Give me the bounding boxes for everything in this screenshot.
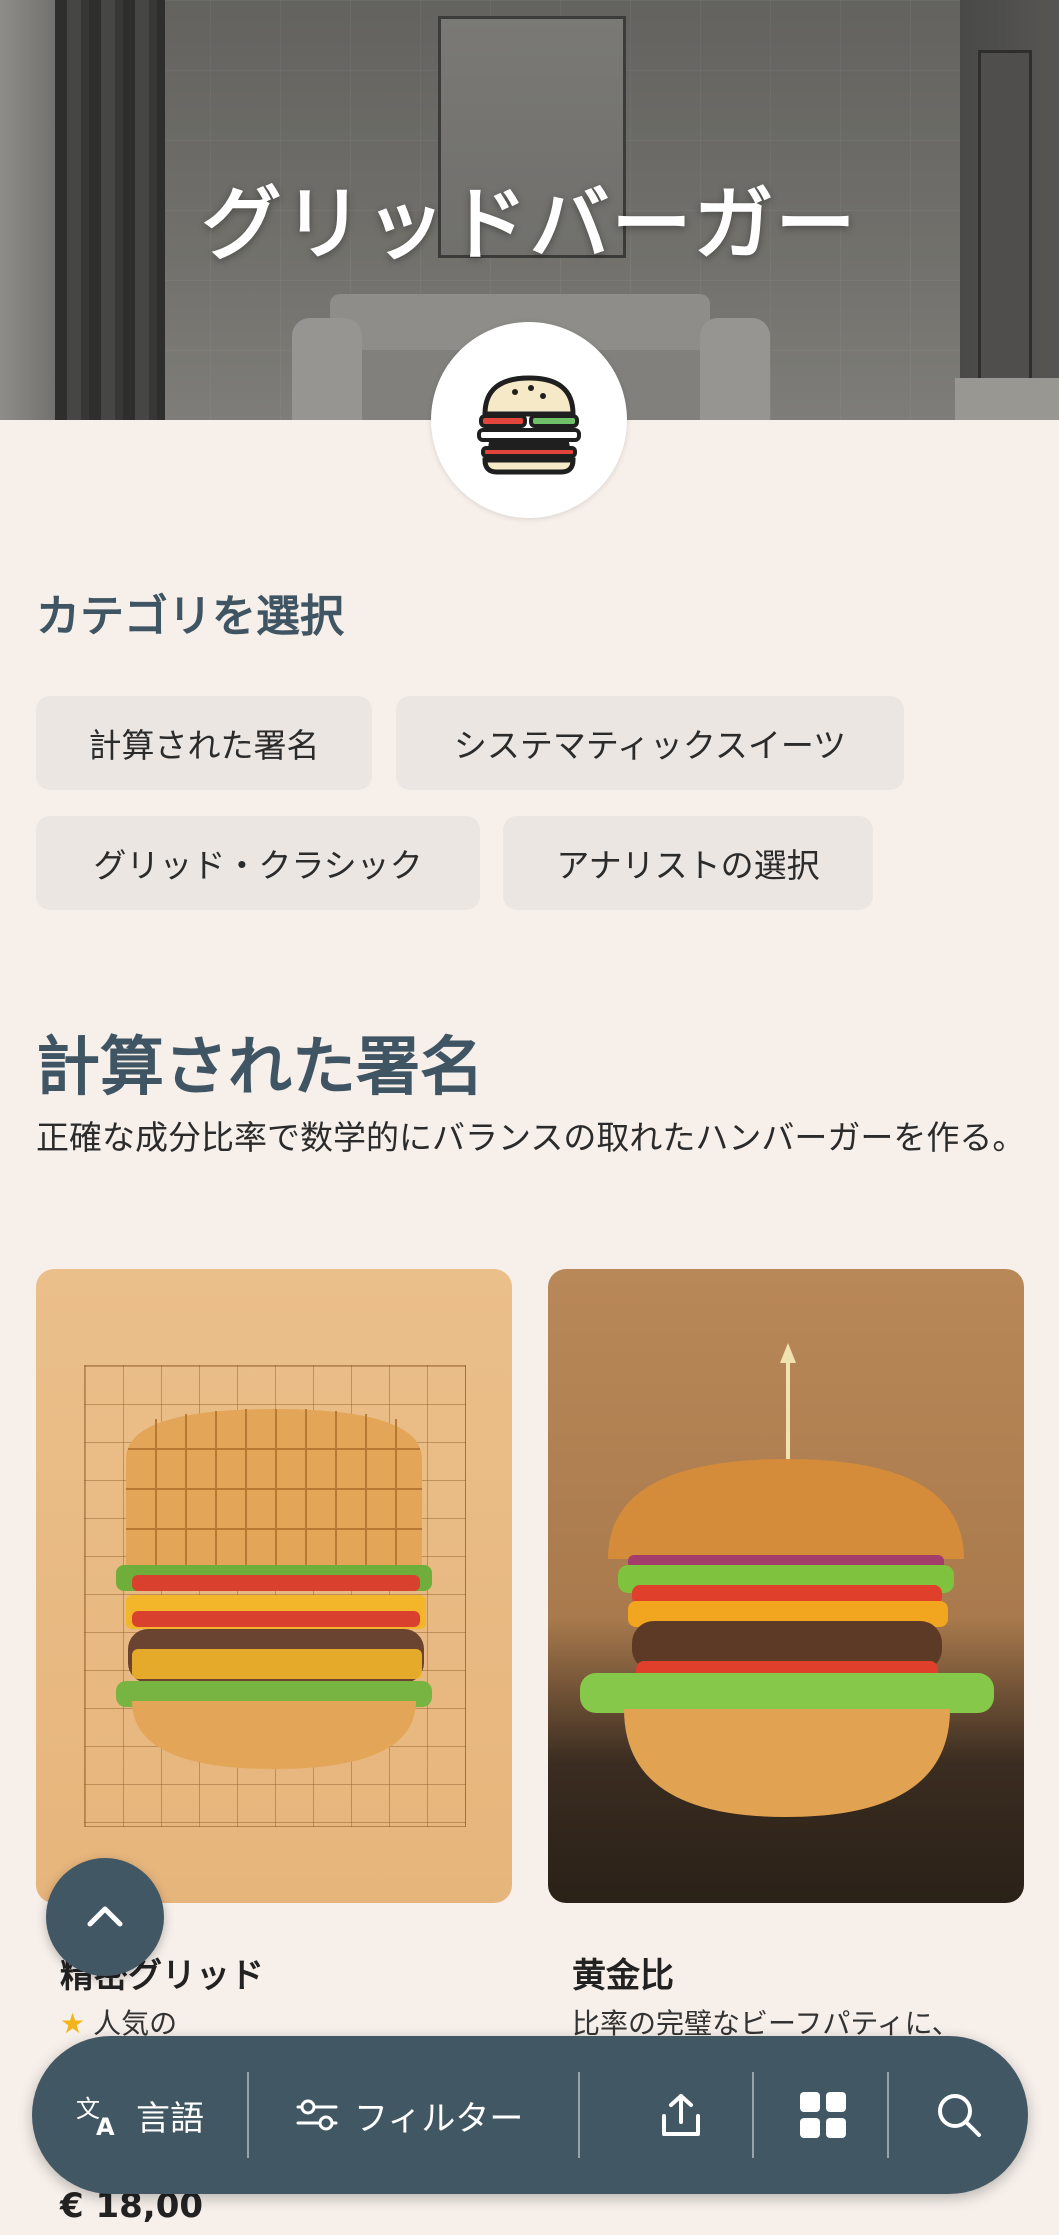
filter-sliders-icon: [296, 2099, 338, 2131]
search-button[interactable]: [934, 2036, 984, 2194]
category-heading: カテゴリを選択: [36, 591, 344, 642]
share-button[interactable]: [656, 2036, 706, 2194]
search-icon: [938, 2094, 981, 2137]
svg-text:A: A: [96, 2113, 115, 2139]
filter-label: フィルター: [354, 2098, 524, 2139]
grid-view-icon: [800, 2092, 846, 2138]
product-image-golden-ratio[interactable]: [548, 1269, 1024, 1903]
toolbar-divider: [247, 2072, 249, 2158]
filter-button[interactable]: フィルター: [294, 2036, 523, 2194]
toolbar-divider: [752, 2072, 754, 2158]
chevron-up-icon: [87, 1906, 123, 1927]
section-description: 正確な成分比率で数学的にバランスの取れたハンバーガーを作る。: [36, 1118, 1026, 1157]
product-name[interactable]: 黄金比: [572, 1948, 674, 1997]
category-chip-grid-classic[interactable]: グリッド・クラシック: [36, 816, 480, 910]
section-title: 計算された署名: [36, 1031, 484, 1105]
share-icon: [662, 2094, 700, 2136]
scroll-to-top-button[interactable]: [46, 1858, 164, 1976]
grid-view-button[interactable]: [798, 2036, 848, 2194]
burger-logo-icon: [431, 322, 627, 518]
language-label: 言語: [136, 2098, 204, 2139]
translate-icon: 文 A: [76, 2095, 115, 2139]
restaurant-title: グリッドバーガー: [201, 178, 858, 271]
category-chip-calculated-signature[interactable]: 計算された署名: [36, 696, 372, 790]
bottom-toolbar: 文 A 言語 フィルター: [32, 2036, 1028, 2194]
category-chip-analyst-choice[interactable]: アナリストの選択: [503, 816, 873, 910]
category-chip-systematic-sweets[interactable]: システマティックスイーツ: [396, 696, 904, 790]
toolbar-divider: [887, 2072, 889, 2158]
toolbar-divider: [578, 2072, 580, 2158]
language-button[interactable]: 文 A 言語: [74, 2036, 204, 2194]
product-image-precision-grid[interactable]: [36, 1269, 512, 1903]
